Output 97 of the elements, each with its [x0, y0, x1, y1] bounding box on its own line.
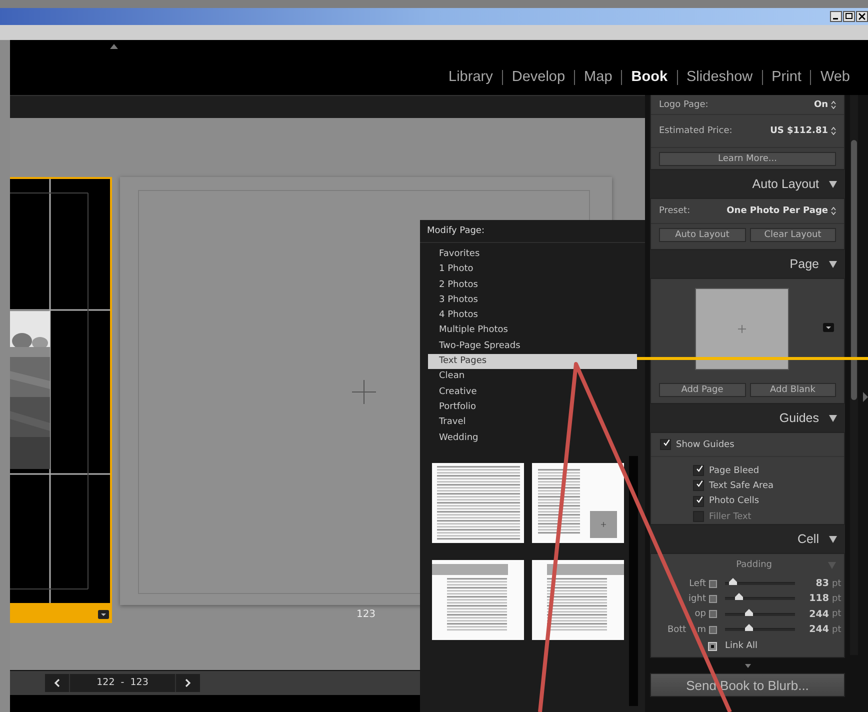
- panel-toggle-icon[interactable]: [110, 44, 118, 49]
- module-tab[interactable]: Print: [762, 70, 810, 85]
- menu-item[interactable]: 1 Photo: [428, 262, 637, 278]
- stepper-icon[interactable]: [831, 127, 836, 135]
- slider-label: ight: [688, 594, 706, 604]
- preset-label: Preset:: [659, 206, 692, 216]
- section-title[interactable]: Cell: [797, 532, 819, 546]
- slider-value[interactable]: 244: [795, 624, 829, 636]
- menu-item[interactable]: Text Pages: [428, 354, 637, 370]
- module-tab[interactable]: Slideshow: [676, 70, 762, 85]
- dropdown-icon[interactable]: [98, 610, 109, 618]
- expand-triangle-icon[interactable]: [744, 664, 750, 668]
- unit-label: pt: [832, 594, 842, 604]
- unit-label: pt: [832, 609, 842, 620]
- scrollbar-track[interactable]: [629, 456, 638, 706]
- layout-thumbnail[interactable]: [432, 463, 524, 543]
- collapse-triangle-icon[interactable]: [829, 414, 837, 422]
- setting-label: Estimated Price:: [659, 126, 734, 136]
- menu-item[interactable]: Multiple Photos: [428, 323, 637, 339]
- layout-thumbnail[interactable]: [432, 560, 524, 640]
- menu-title: Modify Page:: [420, 220, 645, 243]
- stepper-icon[interactable]: [831, 207, 836, 215]
- checkbox[interactable]: [660, 439, 671, 450]
- module-tab[interactable]: Map: [574, 70, 622, 85]
- section-title[interactable]: Auto Layout: [752, 177, 819, 191]
- learn-more-button[interactable]: Learn More...: [659, 152, 836, 166]
- checkbox-label: Photo Cells: [709, 496, 760, 506]
- collapse-triangle-icon[interactable]: [829, 180, 837, 188]
- slider-thumb[interactable]: [735, 593, 743, 600]
- unit-label: pt: [832, 624, 842, 635]
- lock-square-icon[interactable]: [709, 580, 717, 588]
- stepper-icon[interactable]: [831, 100, 836, 108]
- close-icon[interactable]: [856, 11, 868, 22]
- checkbox[interactable]: [693, 480, 704, 492]
- menu-item[interactable]: 4 Photos: [428, 308, 637, 324]
- plus-icon: [352, 380, 376, 404]
- checkbox[interactable]: [693, 496, 704, 507]
- setting-value[interactable]: On: [814, 100, 828, 110]
- panel-toggle-icon[interactable]: [863, 392, 868, 402]
- slider-label: op: [694, 609, 706, 620]
- scrollbar-thumb[interactable]: [851, 140, 857, 400]
- slider-label: Bott: [667, 624, 686, 635]
- send-book-button[interactable]: Send Book to Blurb...: [650, 673, 845, 697]
- section-title[interactable]: Page: [790, 257, 819, 271]
- slider-thumb[interactable]: [729, 578, 738, 586]
- menu-item[interactable]: 3 Photos: [428, 292, 637, 308]
- collapse-triangle-icon[interactable]: [829, 260, 837, 268]
- slider-thumb[interactable]: [744, 624, 753, 632]
- menu-item[interactable]: Portfolio: [428, 400, 637, 416]
- dropdown-icon[interactable]: [823, 323, 834, 332]
- plus-icon: [738, 325, 746, 333]
- page-preview[interactable]: [695, 288, 789, 370]
- chevron-left-icon: [54, 679, 60, 687]
- layout-button[interactable]: Auto Layout: [659, 228, 746, 242]
- setting-value[interactable]: US $112.81: [770, 126, 828, 136]
- unit-label: pt: [832, 578, 842, 589]
- chevron-right-icon: [185, 679, 191, 687]
- lock-square-icon[interactable]: [709, 610, 717, 618]
- maximize-icon[interactable]: [843, 11, 855, 22]
- module-tab[interactable]: Develop: [502, 70, 574, 85]
- menu-item[interactable]: Wedding: [428, 430, 637, 446]
- checkbox-label: Page Bleed: [709, 466, 760, 476]
- layout-button[interactable]: Clear Layout: [750, 228, 836, 242]
- lock-square-icon[interactable]: [709, 626, 717, 634]
- setting-label: Logo Page:: [659, 100, 710, 110]
- checkbox-label: Show Guides: [676, 440, 734, 450]
- module-tab[interactable]: Web: [810, 70, 859, 85]
- module-tab[interactable]: Book: [621, 70, 677, 85]
- checkbox[interactable]: [693, 465, 704, 476]
- checkbox-label: Filler Text: [709, 512, 752, 522]
- slider-value[interactable]: 118: [795, 593, 829, 604]
- checkbox-label: Link All: [725, 641, 758, 652]
- section-title[interactable]: Guides: [779, 411, 819, 425]
- menu-item[interactable]: Two-Page Spreads: [428, 338, 637, 354]
- minimize-icon[interactable]: [830, 11, 842, 22]
- preset-value[interactable]: One Photo Per Page: [726, 206, 828, 216]
- page-button[interactable]: Add Page: [659, 383, 746, 397]
- slider-label: Left: [689, 578, 706, 589]
- slider-value[interactable]: 83: [795, 578, 829, 590]
- slider-thumb[interactable]: [744, 608, 753, 616]
- collapse-triangle-icon[interactable]: [829, 536, 837, 542]
- menu-item[interactable]: Creative: [428, 384, 637, 400]
- layout-thumbnail[interactable]: [532, 463, 624, 543]
- checkbox-label: Text Safe Area: [709, 480, 774, 491]
- menu-item[interactable]: Clean: [428, 369, 637, 385]
- lock-square-icon[interactable]: [709, 594, 717, 603]
- checkbox[interactable]: [693, 511, 704, 522]
- layout-thumbnail[interactable]: [532, 560, 624, 640]
- slider-value[interactable]: 244: [795, 608, 829, 620]
- group-label: Padding: [736, 560, 772, 570]
- page-number: 123: [356, 609, 376, 620]
- menu-item[interactable]: 2 Photos: [428, 278, 637, 293]
- menu-item[interactable]: Favorites: [428, 247, 637, 262]
- page-button[interactable]: Add Blank: [750, 383, 836, 397]
- module-tab[interactable]: Library: [440, 70, 502, 85]
- menu-item[interactable]: Travel: [428, 415, 637, 431]
- slider-label: m: [697, 624, 706, 635]
